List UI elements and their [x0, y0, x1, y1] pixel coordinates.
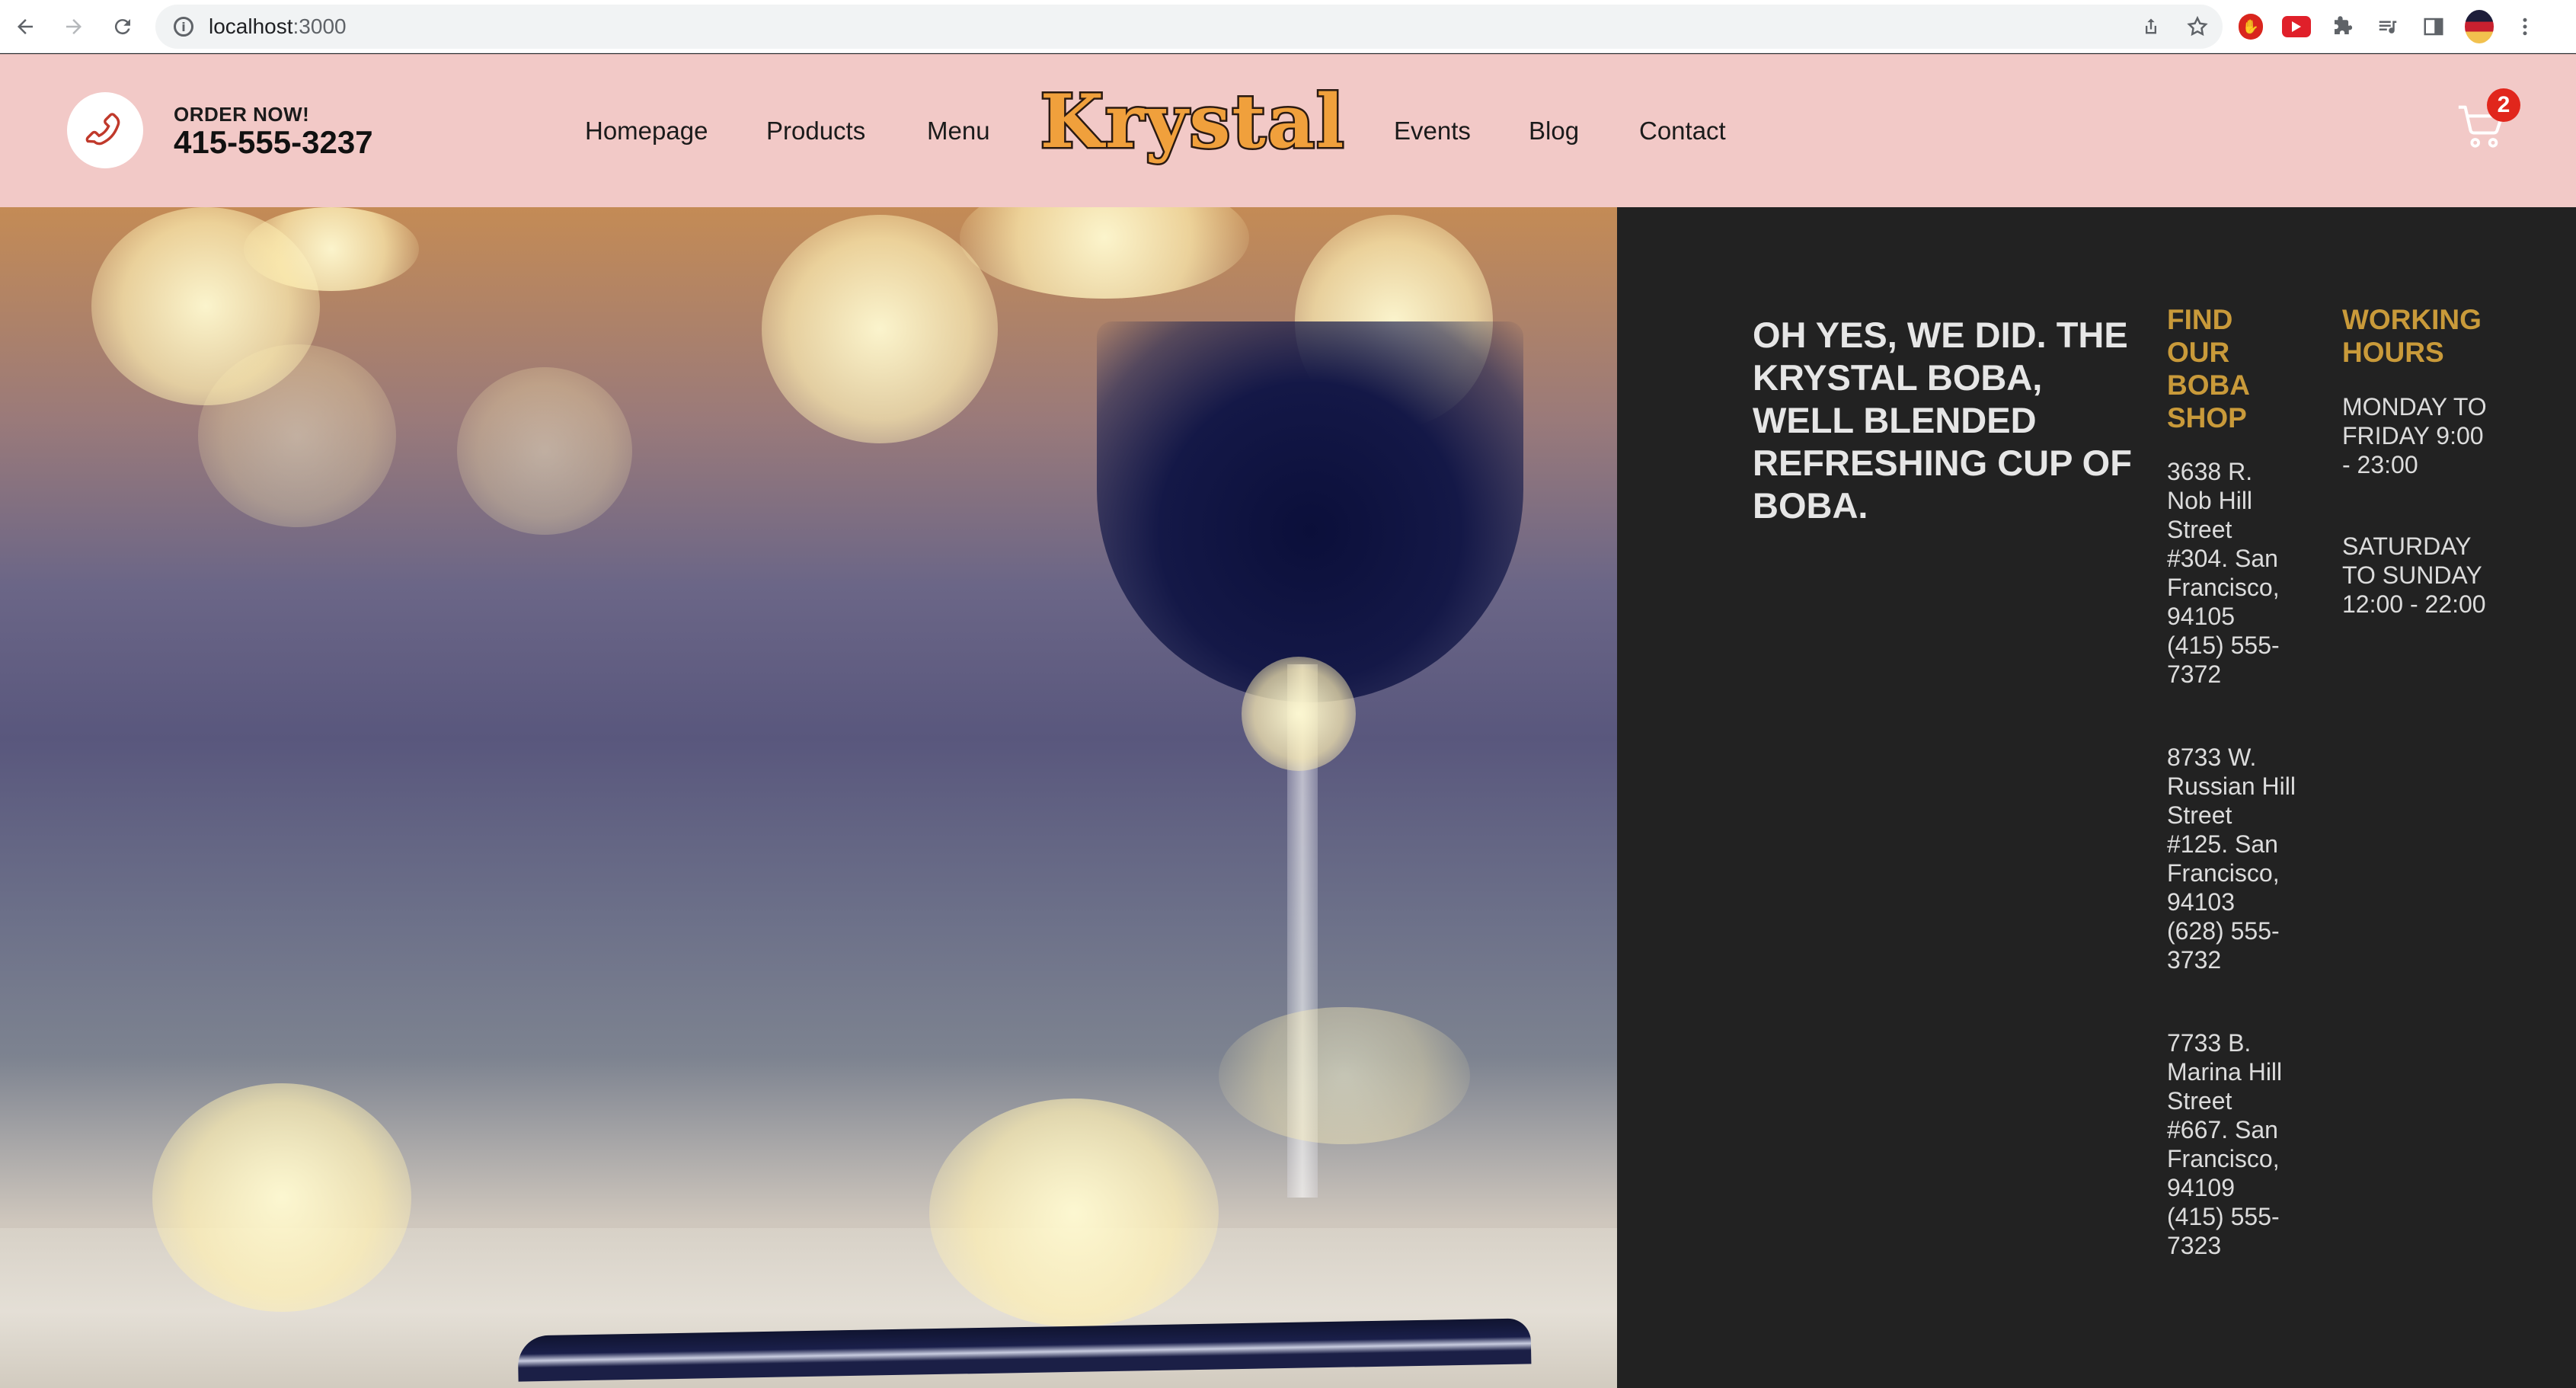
- shop-address-2: 8733 W. Russian Hill Street #125. San Fr…: [2167, 744, 2296, 974]
- profile-avatar[interactable]: [2465, 10, 2494, 43]
- nav-homepage[interactable]: Homepage: [585, 117, 708, 146]
- shop-address-3: 7733 B. Marina Hill Street #667. San Fra…: [2167, 1029, 2283, 1259]
- share-icon[interactable]: [2140, 16, 2162, 37]
- url-port: :3000: [292, 14, 347, 38]
- nav-events[interactable]: Events: [1394, 117, 1471, 146]
- reload-button[interactable]: [104, 8, 142, 46]
- forward-button[interactable]: [55, 8, 93, 46]
- address-url[interactable]: localhost:3000: [209, 14, 347, 39]
- order-now-label: ORDER NOW!: [174, 103, 310, 126]
- site-header: ORDER NOW! 415-555-3237 Homepage Product…: [0, 54, 2576, 207]
- side-panel-icon[interactable]: [2419, 12, 2448, 41]
- hours-weekend: SATURDAY TO SUNDAY 12:00 - 22:00: [2342, 532, 2486, 618]
- back-button[interactable]: [6, 8, 44, 46]
- extensions-puzzle-icon[interactable]: [2328, 12, 2357, 41]
- shop-address-1: 3638 R. Nob Hill Street #304. San Franci…: [2167, 458, 2280, 688]
- order-phone-number[interactable]: 415-555-3237: [174, 124, 373, 161]
- phone-icon-button[interactable]: [67, 92, 143, 168]
- tagline: OH YES, WE DID. THE KRYSTAL BOBA, WELL B…: [1753, 315, 2132, 526]
- nav-contact[interactable]: Contact: [1639, 117, 1726, 146]
- phone-icon: [85, 113, 120, 146]
- media-playlist-icon[interactable]: [2373, 12, 2402, 41]
- find-shop-title: FIND OUR BOBA SHOP: [2167, 304, 2249, 433]
- krystal-logo[interactable]: Krystal: [1027, 77, 1359, 176]
- browser-toolbar: i localhost:3000 ✋: [0, 0, 2576, 53]
- browser-menu-icon[interactable]: [2510, 12, 2539, 41]
- nav-blog[interactable]: Blog: [1529, 117, 1579, 146]
- forward-arrow-icon: [66, 18, 81, 34]
- logo-text: Krystal: [1040, 78, 1346, 165]
- bookmark-star-icon[interactable]: [2186, 15, 2209, 38]
- site-info-icon[interactable]: i: [174, 17, 193, 37]
- working-hours-title: WORKING HOURS: [2342, 304, 2482, 368]
- nav-products[interactable]: Products: [766, 117, 865, 146]
- hours-weekdays: MONDAY TO FRIDAY 9:00 - 23:00: [2342, 393, 2487, 478]
- adblock-extension-icon[interactable]: ✋: [2236, 12, 2265, 41]
- cart-count-badge: 2: [2487, 88, 2520, 122]
- reload-icon: [114, 18, 130, 34]
- youtube-extension-icon[interactable]: [2282, 12, 2311, 41]
- url-host: localhost: [209, 14, 293, 38]
- address-bar[interactable]: i localhost:3000: [155, 5, 2223, 49]
- back-arrow-icon: [18, 18, 33, 34]
- hero-image: [0, 207, 1617, 1388]
- nav-menu[interactable]: Menu: [927, 117, 990, 146]
